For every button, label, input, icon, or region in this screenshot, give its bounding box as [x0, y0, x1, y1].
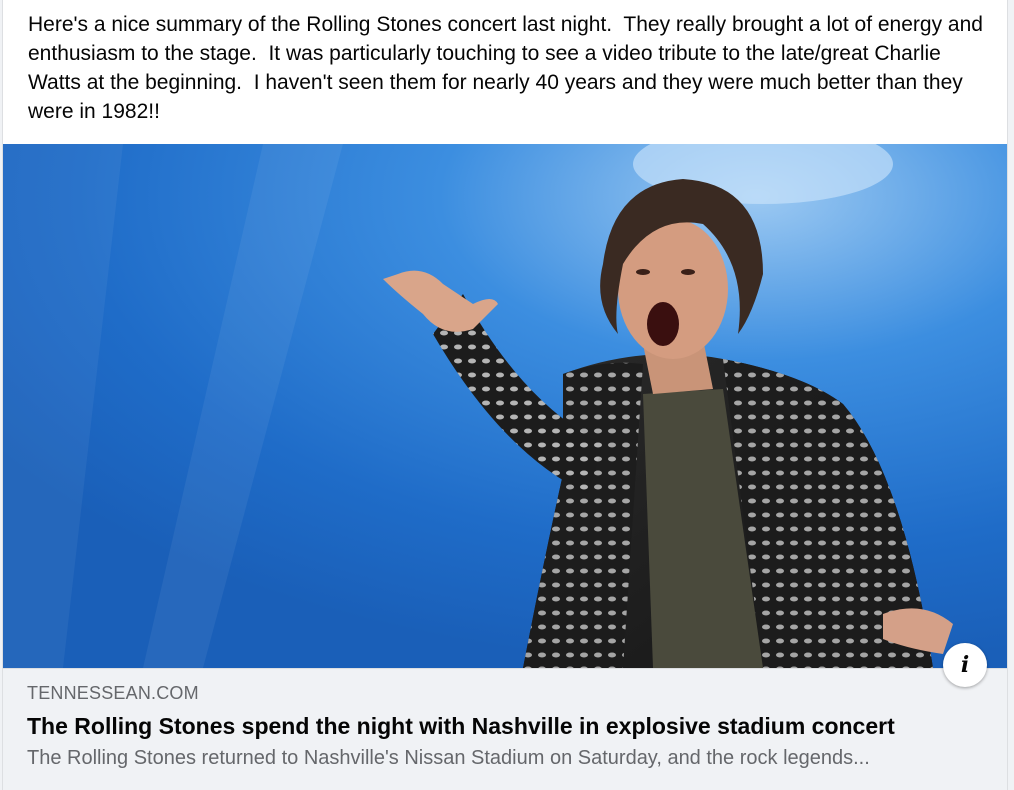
concert-photo	[3, 144, 1007, 668]
link-preview[interactable]: TENNESSEAN.COM The Rolling Stones spend …	[3, 668, 1007, 790]
link-domain: TENNESSEAN.COM	[27, 683, 199, 703]
link-description: The Rolling Stones returned to Nashville…	[27, 747, 870, 769]
post-card: Here's a nice summary of the Rolling Sto…	[2, 0, 1008, 790]
link-headline[interactable]: The Rolling Stones spend the night with …	[27, 713, 987, 740]
post-text: Here's a nice summary of the Rolling Sto…	[28, 13, 989, 123]
info-button[interactable]: i	[943, 643, 987, 687]
info-icon: i	[960, 652, 970, 678]
link-preview-image[interactable]	[3, 144, 1007, 668]
